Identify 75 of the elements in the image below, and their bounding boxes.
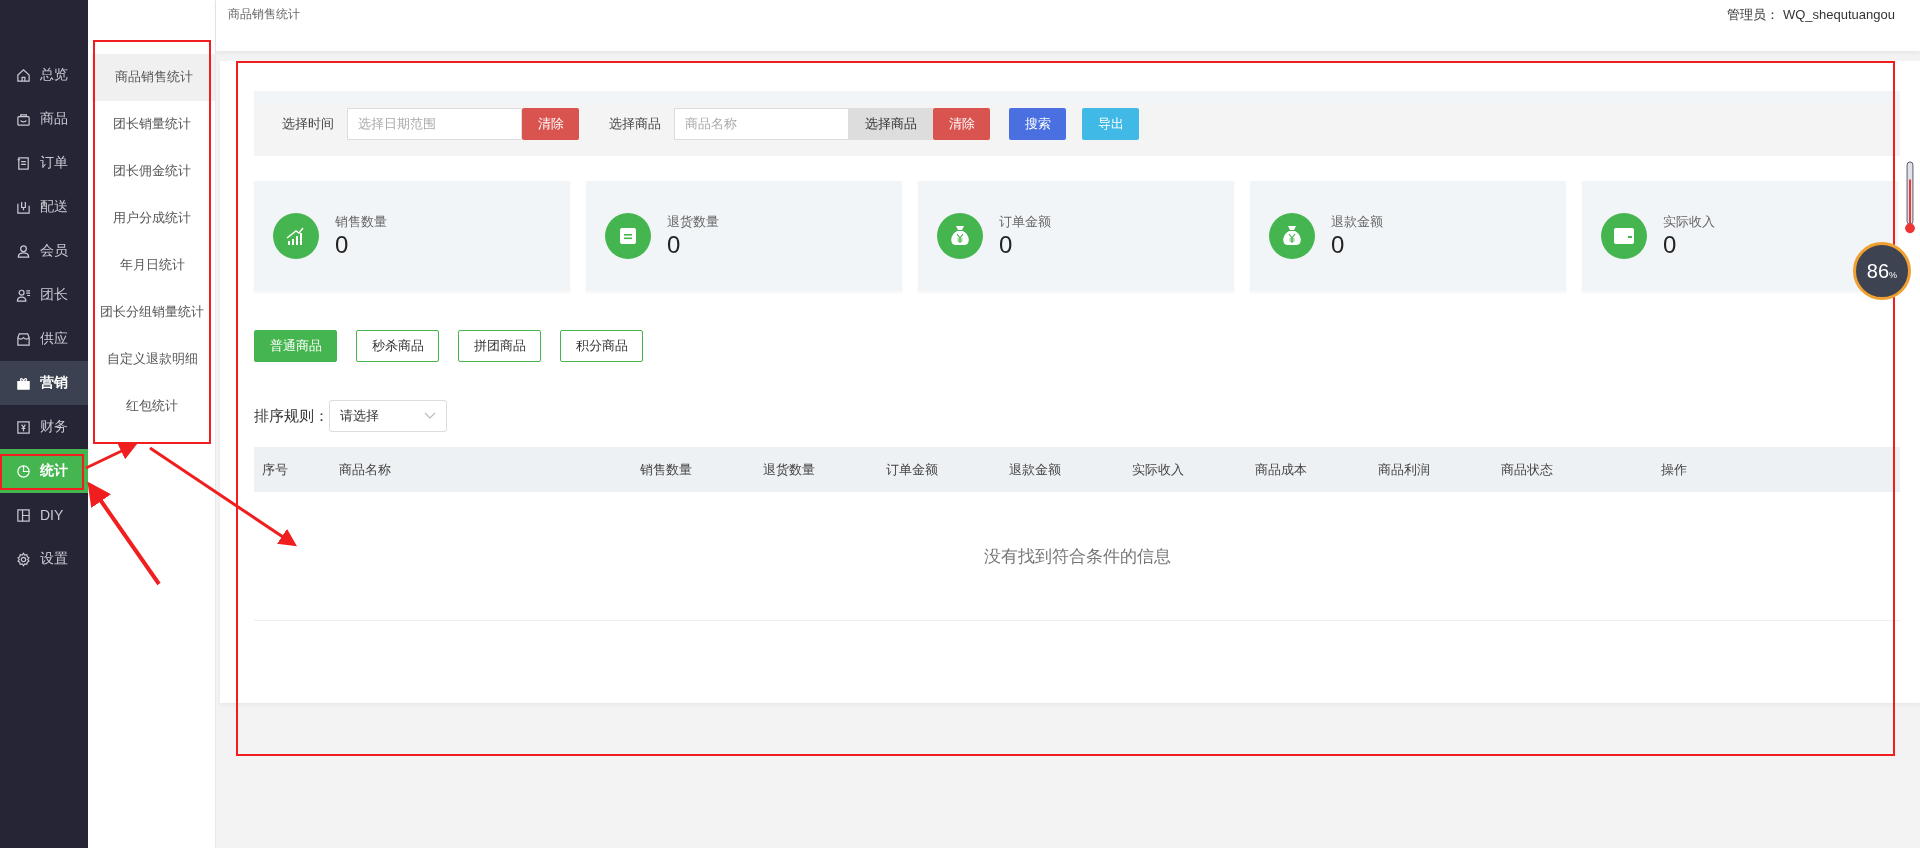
document-icon xyxy=(605,213,651,259)
column-header: 操作 xyxy=(1661,460,1688,479)
nav-item[interactable]: 总览 xyxy=(0,53,88,97)
stat-value: 0 xyxy=(335,231,350,259)
team-icon xyxy=(16,287,31,303)
stat-label: 退款金额 xyxy=(1331,213,1383,231)
delivery-icon xyxy=(16,199,31,215)
caret-icon xyxy=(424,412,436,420)
column-header: 商品成本 xyxy=(1255,460,1308,479)
select-goods-button[interactable]: 选择商品 xyxy=(849,107,933,140)
filter-label: 选择时间 xyxy=(282,114,334,133)
column-header: 销售数量 xyxy=(640,460,693,479)
sub-nav-item[interactable]: 团长销量统计 xyxy=(89,101,215,148)
stat-value: 0 xyxy=(1663,231,1678,259)
wallet-icon xyxy=(1601,213,1647,259)
store-icon xyxy=(16,331,31,347)
money-bag-icon xyxy=(1269,213,1315,259)
nav-item[interactable]: 商品 xyxy=(0,97,88,141)
receipt-icon xyxy=(16,155,31,171)
gear-icon xyxy=(16,551,31,567)
home-icon xyxy=(16,67,31,83)
sub-nav-item[interactable]: 团长分组销量统计 xyxy=(89,289,215,336)
column-header: 退货数量 xyxy=(763,460,816,479)
user-icon xyxy=(16,243,31,259)
nav-item[interactable]: 供应 xyxy=(0,317,88,361)
goods-name-field[interactable]: 商品名称 xyxy=(674,107,849,140)
column-header: 实际收入 xyxy=(1132,460,1185,479)
empty-message: 没有找到符合条件的信息 xyxy=(983,545,1171,568)
pie-chart-icon xyxy=(16,463,31,479)
admin-name: 管理员： WQ_shequtuangou xyxy=(1727,6,1895,24)
breadcrumb: 商品销售统计 xyxy=(228,6,300,23)
search-button[interactable]: 搜索 xyxy=(1009,107,1066,140)
gift-icon xyxy=(16,375,31,391)
nav-item[interactable]: DIY xyxy=(0,493,88,537)
clear-button[interactable]: 清除 xyxy=(933,107,990,140)
column-header: 退款金额 xyxy=(1009,460,1062,479)
stat-value: 0 xyxy=(667,231,682,259)
nav-item[interactable]: 营销 xyxy=(0,361,88,405)
sub-nav-item[interactable]: 商品销售统计 xyxy=(92,54,215,101)
clear-button[interactable]: 清除 xyxy=(522,107,579,140)
sub-nav-item[interactable]: 红包统计 xyxy=(89,383,215,430)
ledger-icon xyxy=(16,419,31,435)
layout-icon xyxy=(16,507,31,523)
column-header: 订单金额 xyxy=(886,460,939,479)
nav-item[interactable]: 订单 xyxy=(0,141,88,185)
filter-label: 选择商品 xyxy=(609,114,661,133)
column-header: 商品名称 xyxy=(339,460,392,479)
sort-dropdown[interactable]: 请选择 xyxy=(329,400,447,432)
annotation-arrow xyxy=(85,443,138,470)
column-header: 商品状态 xyxy=(1501,460,1554,479)
sub-nav-item[interactable]: 团长佣金统计 xyxy=(89,148,215,195)
stat-label: 退货数量 xyxy=(667,213,719,231)
nav-item[interactable]: 会员 xyxy=(0,229,88,273)
goods-type-tab[interactable]: 积分商品 xyxy=(560,330,643,362)
stat-value: 0 xyxy=(999,231,1014,259)
column-header: 商品利润 xyxy=(1378,460,1431,479)
sub-nav-item[interactable]: 用户分成统计 xyxy=(89,195,215,242)
trend-chart-icon xyxy=(273,213,319,259)
bag-icon xyxy=(16,111,31,127)
goods-type-tab[interactable]: 拼团商品 xyxy=(458,330,541,362)
money-bag-icon xyxy=(937,213,983,259)
nav-item[interactable]: 财务 xyxy=(0,405,88,449)
sub-nav-item[interactable]: 年月日统计 xyxy=(89,242,215,289)
goods-type-tab[interactable]: 秒杀商品 xyxy=(356,330,439,362)
nav-item[interactable]: 配送 xyxy=(0,185,88,229)
stat-label: 订单金额 xyxy=(999,213,1051,231)
sort-label: 排序规则： xyxy=(254,406,329,426)
nav-item[interactable]: 设置 xyxy=(0,537,88,581)
date-range-field[interactable]: 选择日期范围 xyxy=(347,107,522,140)
sub-nav-item[interactable]: 自定义退款明细 xyxy=(89,336,215,383)
stat-value: 0 xyxy=(1331,231,1346,259)
column-header: 序号 xyxy=(262,460,289,479)
stat-label: 实际收入 xyxy=(1663,213,1715,231)
stat-label: 销售数量 xyxy=(335,213,387,231)
nav-item[interactable]: 团长 xyxy=(0,273,88,317)
